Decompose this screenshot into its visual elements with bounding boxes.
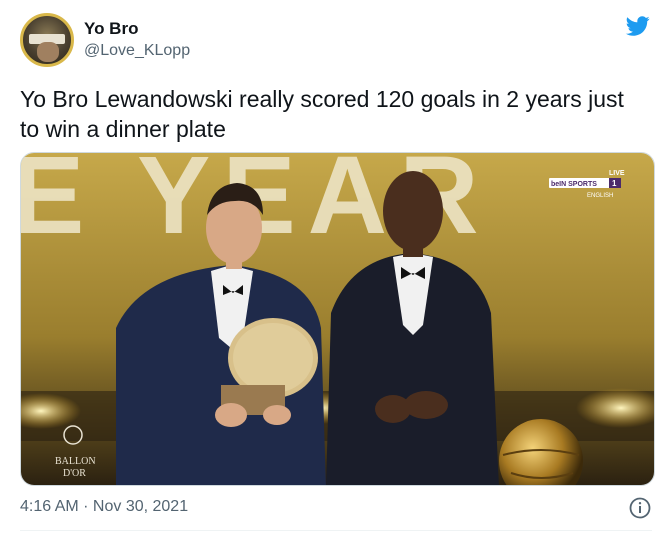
avatar-face	[37, 42, 59, 62]
tweet-media-image[interactable]: E YEAR LIVE beIN SPORTS 1 ENGLISH	[20, 152, 655, 486]
display-name[interactable]: Yo Bro	[84, 19, 138, 39]
tweet-timestamp[interactable]: 4:16 AM · Nov 30, 2021	[20, 498, 188, 516]
logo-text-1: BALLON	[55, 456, 96, 467]
live-label: LIVE	[609, 170, 625, 177]
channel-name: beIN SPORTS	[551, 181, 597, 188]
twitter-bird-icon	[625, 16, 650, 36]
divider	[20, 530, 652, 531]
tweet-text: Yo Bro Lewandowski really scored 120 goa…	[20, 86, 624, 142]
user-handle[interactable]: @Love_KLopp	[84, 42, 190, 60]
language-label: ENGLISH	[587, 193, 613, 199]
channel-number: 1	[612, 179, 617, 188]
logo-text-2: D'OR	[63, 468, 86, 479]
info-icon[interactable]	[628, 496, 652, 520]
tweet-card: Yo Bro @Love_KLopp Yo Bro Lewandowski re…	[0, 0, 660, 534]
award-photo: E YEAR LIVE beIN SPORTS 1 ENGLISH	[21, 153, 654, 485]
avatar[interactable]	[20, 13, 74, 67]
